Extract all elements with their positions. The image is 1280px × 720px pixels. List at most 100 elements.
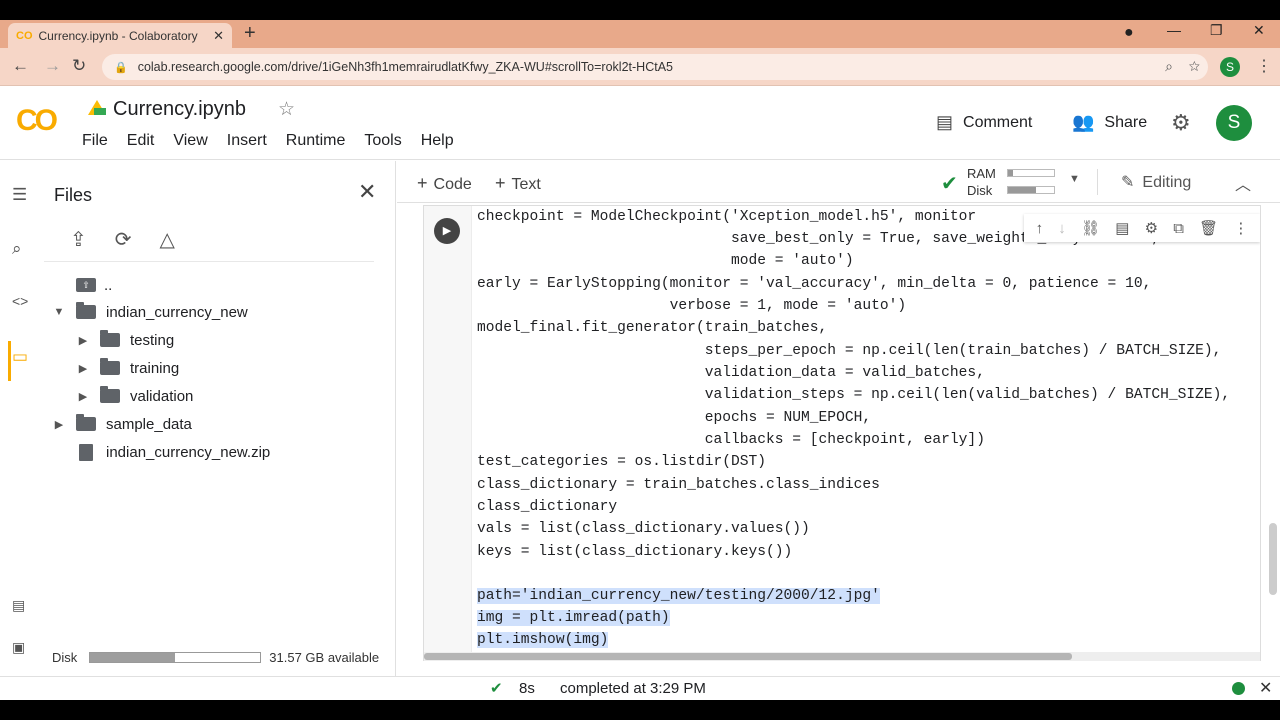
code-line: class_dictionary: [477, 499, 618, 515]
letterbox-top: [0, 0, 1280, 20]
menu-bar: File Edit View Insert Runtime Tools Help: [82, 132, 473, 150]
link-icon[interactable]: ⛓: [1081, 219, 1100, 237]
mount-drive-icon[interactable]: △: [160, 227, 175, 252]
tree-item-indian-currency-new[interactable]: ▼ indian_currency_new: [52, 300, 248, 324]
code-line: test_categories = os.listdir(DST): [477, 454, 767, 470]
run-cell-button[interactable]: ▶: [434, 218, 460, 244]
share-button[interactable]: 👥 Share: [1072, 112, 1147, 133]
browser-profile-avatar[interactable]: S: [1220, 57, 1240, 77]
reload-icon[interactable]: ↻: [72, 56, 86, 76]
vertical-scrollbar[interactable]: [1269, 523, 1277, 595]
restore-icon[interactable]: ❐: [1210, 22, 1223, 39]
url-field[interactable]: 🔒 colab.research.google.com/drive/1iGeNh…: [102, 54, 1208, 80]
caret-down-icon[interactable]: ▼: [52, 306, 66, 318]
code-snippets-icon[interactable]: <>: [12, 293, 28, 309]
lock-icon: 🔒: [114, 61, 128, 74]
scrollbar-thumb[interactable]: [424, 653, 1072, 660]
bookmark-star-icon[interactable]: ☆: [1189, 58, 1200, 74]
search-icon[interactable]: ⌕: [12, 239, 22, 259]
new-tab-icon[interactable]: +: [244, 22, 256, 45]
folder-icon: [100, 386, 120, 403]
disk-usage-bar: [1007, 186, 1055, 194]
menu-runtime[interactable]: Runtime: [286, 132, 346, 150]
tree-item-zip-file[interactable]: indian_currency_new.zip: [76, 440, 270, 464]
disk-usage: Disk 31.57 GB available: [52, 650, 379, 665]
code-line-selected: img = plt.imread(path): [477, 610, 670, 626]
horizontal-scrollbar[interactable]: [424, 652, 1260, 661]
zoom-icon[interactable]: ⌕: [1165, 58, 1173, 74]
menu-file[interactable]: File: [82, 132, 108, 150]
ram-label: RAM: [967, 166, 996, 181]
menu-view[interactable]: View: [173, 132, 207, 150]
menu-edit[interactable]: Edit: [127, 132, 155, 150]
tree-item-label: sample_data: [106, 415, 192, 433]
tab-title: Currency.ipynb - Colaboratory: [38, 28, 198, 43]
status-bar: ✔ 8s completed at 3:29 PM ✕: [0, 676, 1280, 700]
chevron-down-icon[interactable]: ▼: [1069, 173, 1080, 185]
minimize-icon[interactable]: —: [1167, 22, 1181, 38]
star-icon[interactable]: ☆: [278, 98, 295, 121]
tree-item-training[interactable]: ▶ training: [76, 356, 179, 380]
forward-arrow-icon[interactable]: →: [44, 56, 61, 76]
terminal-icon[interactable]: ▣: [12, 639, 25, 656]
tab-close-icon[interactable]: ✕: [213, 28, 224, 44]
add-text-button[interactable]: + Text: [495, 173, 541, 194]
code-cell[interactable]: ▶ checkpoint = ModelCheckpoint('Xception…: [423, 205, 1261, 661]
resource-labels[interactable]: RAM Disk: [967, 165, 996, 199]
comment-icon[interactable]: ▤: [1115, 219, 1129, 237]
chevron-up-icon[interactable]: ︿: [1235, 171, 1251, 195]
tree-item-validation[interactable]: ▶ validation: [76, 384, 193, 408]
add-code-button[interactable]: + Code: [417, 173, 472, 194]
address-bar-row: ← → ↻ 🔒 colab.research.google.com/drive/…: [0, 48, 1280, 86]
move-up-icon[interactable]: ↑: [1036, 220, 1044, 237]
left-icon-rail: ☰ ⌕ <> ▭ ▤ ▣: [0, 161, 44, 681]
disk-usage-fill: [90, 653, 176, 662]
disk-usage-bar: [89, 652, 262, 663]
tree-item-testing[interactable]: ▶ testing: [76, 328, 174, 352]
table-of-contents-icon[interactable]: ☰: [12, 185, 27, 205]
ram-usage-bar: [1007, 169, 1055, 177]
profile-dot-icon[interactable]: ●: [1124, 24, 1134, 42]
upload-file-icon[interactable]: ⇪: [70, 227, 87, 252]
editing-button[interactable]: ✎ Editing: [1121, 172, 1191, 192]
move-down-icon[interactable]: ↓: [1058, 220, 1066, 237]
window-close-icon[interactable]: ✕: [1253, 22, 1265, 39]
caret-right-icon[interactable]: ▶: [76, 390, 90, 403]
caret-right-icon[interactable]: ▶: [76, 334, 90, 347]
notebook-title[interactable]: Currency.ipynb: [113, 98, 246, 121]
parent-folder-icon: ⇧: [76, 278, 96, 292]
close-icon[interactable]: ✕: [1259, 678, 1272, 698]
menu-tools[interactable]: Tools: [364, 132, 401, 150]
tree-item-sample-data[interactable]: ▶ sample_data: [52, 412, 192, 436]
settings-gear-icon[interactable]: ⚙: [1145, 219, 1158, 237]
colab-logo[interactable]: CO: [16, 104, 58, 138]
files-title: Files: [54, 185, 93, 205]
comment-button[interactable]: ▤ Comment: [936, 112, 1032, 133]
back-arrow-icon[interactable]: ←: [12, 56, 29, 76]
code-line: class_dictionary = train_batches.class_i…: [477, 477, 880, 493]
settings-gear-icon[interactable]: ⚙: [1171, 110, 1191, 136]
close-icon[interactable]: ✕: [358, 179, 376, 205]
delete-icon[interactable]: 🗑: [1199, 219, 1218, 237]
rail-active-indicator: [8, 341, 11, 381]
browser-tab[interactable]: CO Currency.ipynb - Colaboratory ✕: [8, 23, 232, 48]
disk-label: Disk: [52, 650, 78, 665]
colab-favicon-icon: CO: [16, 29, 33, 42]
plus-icon: +: [495, 173, 506, 193]
code-line: validation_steps = np.ceil(len(valid_bat…: [477, 387, 1231, 403]
caret-right-icon[interactable]: ▶: [76, 362, 90, 375]
refresh-folder-icon[interactable]: ⟳: [115, 227, 132, 252]
menu-insert[interactable]: Insert: [227, 132, 267, 150]
caret-right-icon[interactable]: ▶: [52, 418, 66, 431]
more-options-icon[interactable]: ⋮: [1233, 219, 1248, 237]
connection-status-icon: [1232, 682, 1245, 695]
command-palette-icon[interactable]: ▤: [12, 597, 25, 614]
avatar[interactable]: S: [1216, 105, 1252, 141]
folder-icon[interactable]: ▭: [12, 347, 28, 367]
tree-item-parent[interactable]: ⇧ ..: [76, 273, 112, 297]
mirror-cell-icon[interactable]: ⧉: [1173, 220, 1184, 237]
code-editor[interactable]: checkpoint = ModelCheckpoint('Xception_m…: [477, 206, 1260, 661]
browser-tab-strip: CO Currency.ipynb - Colaboratory ✕ + ● —…: [0, 20, 1280, 48]
browser-menu-icon[interactable]: ⋮: [1256, 56, 1272, 76]
menu-help[interactable]: Help: [421, 132, 454, 150]
